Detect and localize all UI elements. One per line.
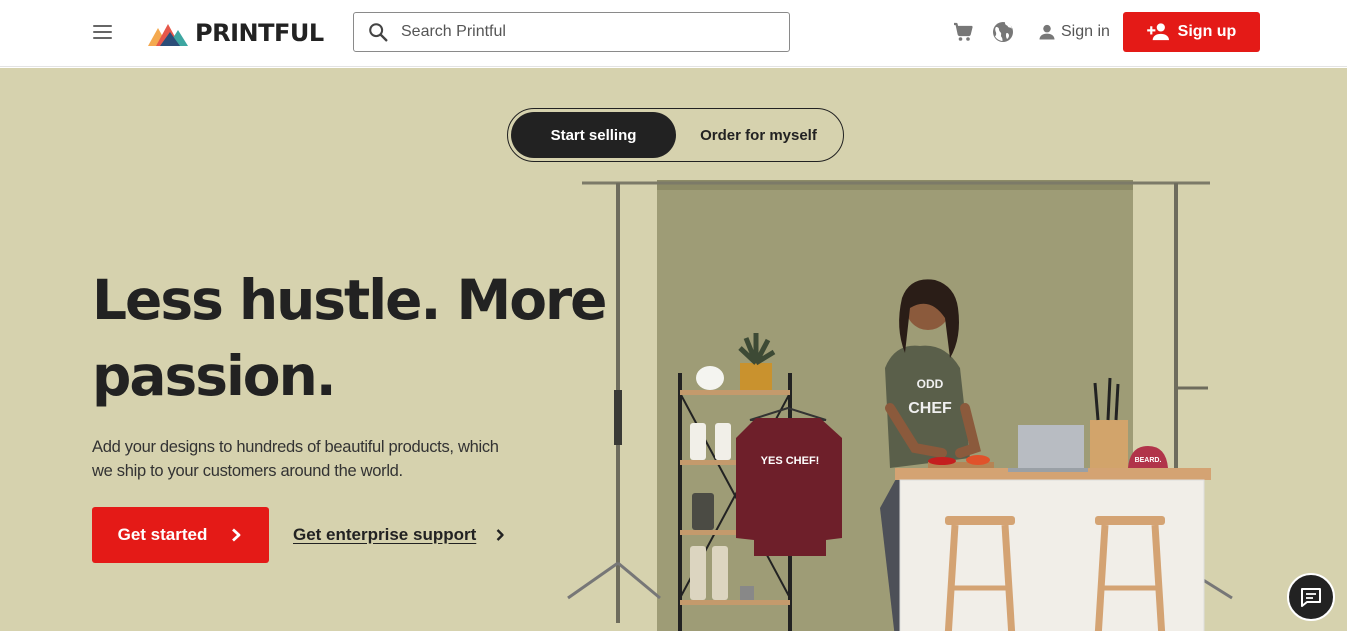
chat-icon	[1301, 588, 1321, 607]
printful-logo[interactable]: PRINTFUL	[148, 18, 324, 48]
hero-subtext: Add your designs to hundreds of beautifu…	[92, 435, 522, 483]
sign-in-label: Sign in	[1061, 23, 1110, 40]
search-input[interactable]	[401, 23, 781, 41]
subtext-line-1: Add your designs to hundreds of beautifu…	[92, 438, 499, 456]
toggle-start-selling[interactable]: Start selling	[511, 112, 676, 158]
cap-text: BEARD.	[1135, 457, 1162, 464]
headline-line-1: Less hustle. More	[92, 268, 607, 332]
search-bar[interactable]	[353, 12, 790, 52]
logo-text: PRINTFUL	[195, 19, 324, 47]
cart-icon[interactable]	[951, 20, 975, 44]
user-icon	[1039, 24, 1055, 40]
hero-photo: YES CHEF! ODD CHEF BEARD.	[567, 180, 1233, 631]
toggle-order-for-myself[interactable]: Order for myself	[676, 112, 841, 158]
chevron-right-icon	[232, 528, 241, 542]
tshirt-text-bottom: CHEF	[908, 400, 952, 417]
get-started-label: Get started	[117, 525, 208, 544]
sweatshirt	[736, 418, 842, 556]
hero-section: YES CHEF! ODD CHEF BEARD. Start selling …	[0, 68, 1347, 631]
globe-icon[interactable]	[991, 20, 1015, 44]
add-user-icon	[1146, 23, 1169, 41]
sign-in-link[interactable]: Sign in	[1037, 20, 1110, 44]
enterprise-support-label: Get enterprise support	[293, 525, 477, 544]
sign-up-label: Sign up	[1177, 23, 1237, 40]
enterprise-support-link[interactable]: Get enterprise support	[293, 522, 506, 548]
sign-up-button[interactable]: Sign up	[1123, 12, 1260, 52]
chat-button[interactable]	[1287, 573, 1335, 621]
selling-mode-toggle: Start selling Order for myself	[507, 108, 844, 162]
menu-icon[interactable]	[92, 22, 114, 42]
site-header: PRINTFUL Sign in Sign up	[0, 0, 1347, 67]
subtext-line-2: we ship to your customers around the wor…	[92, 462, 403, 480]
get-started-button[interactable]: Get started	[92, 507, 269, 563]
headline-line-2: passion.	[92, 344, 337, 408]
hero-headline: Less hustle. More passion.	[92, 262, 612, 414]
chevron-right-icon	[496, 529, 504, 541]
tshirt-text-top: ODD	[917, 377, 944, 391]
logo-mark-icon	[148, 24, 188, 46]
sweatshirt-text: YES CHEF!	[761, 455, 820, 467]
search-icon	[369, 23, 388, 42]
